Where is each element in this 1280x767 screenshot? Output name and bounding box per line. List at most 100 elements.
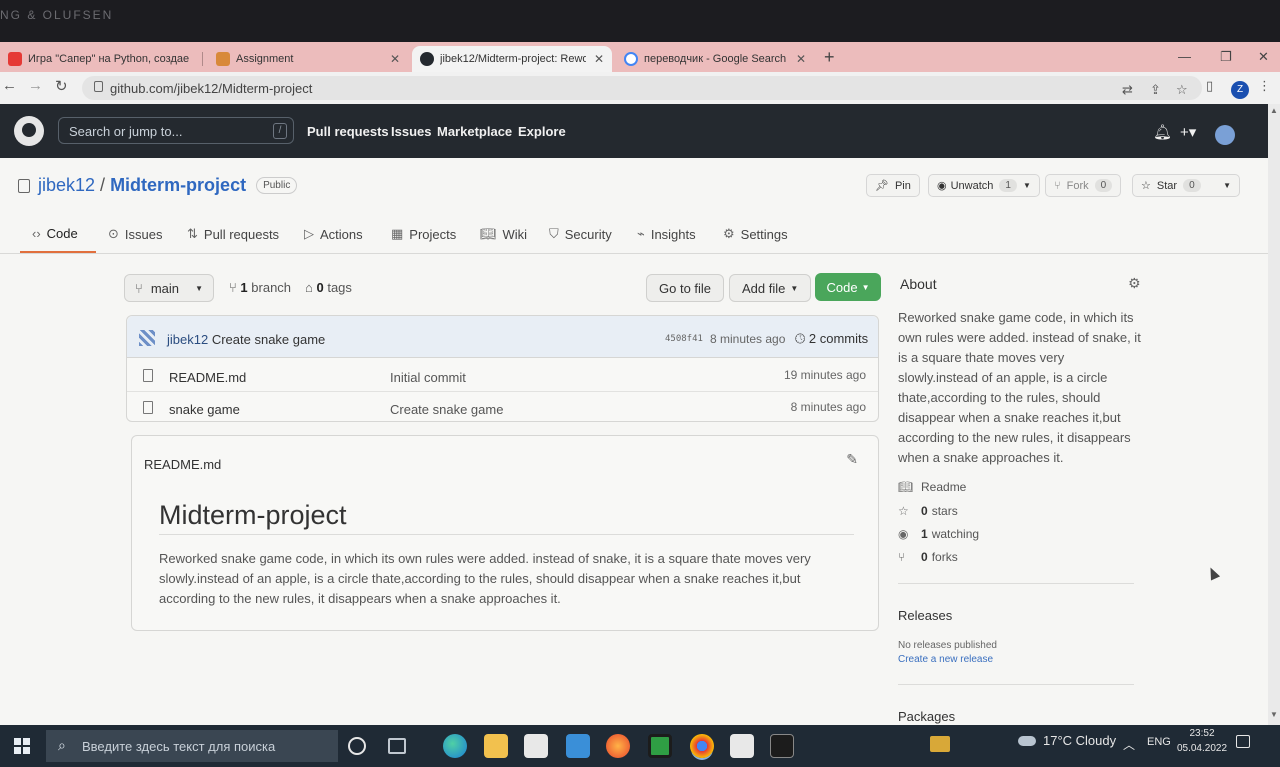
tab-insights[interactable]: ⌁ Insights: [637, 226, 696, 242]
go-to-file-button[interactable]: Go to file: [646, 274, 725, 302]
windows-start-icon[interactable]: [14, 738, 30, 754]
tray-chevron-up-icon[interactable]: ︿: [1123, 736, 1135, 753]
tab-security[interactable]: ⛉ Security: [549, 226, 612, 242]
branch-selector[interactable]: ⑂ main ▼: [124, 274, 214, 302]
restore-icon[interactable]: ❐: [1220, 49, 1232, 65]
browser-tab-4[interactable]: переводчик - Google Search ✕: [616, 46, 814, 72]
branches-link[interactable]: ⑂ 1 branch: [229, 280, 291, 295]
github-logo-icon[interactable]: [14, 116, 44, 146]
tab-pull-requests[interactable]: ⇅ Pull requests: [187, 226, 279, 242]
mail-icon[interactable]: [566, 734, 590, 758]
browser-menu-icon[interactable]: ⋮: [1258, 78, 1271, 94]
share-icon[interactable]: ⇪: [1150, 82, 1161, 98]
browser-profile-avatar[interactable]: Z: [1231, 81, 1249, 99]
sidebar-divider: [898, 583, 1134, 584]
tab-settings[interactable]: ⚙ Settings: [723, 226, 788, 242]
chevron-down-icon: ▼: [1022, 181, 1031, 190]
commit-summary: jibek12 Create snake game: [167, 332, 325, 347]
commits-link[interactable]: 🕓︎ 2 commits: [795, 331, 868, 347]
code-button[interactable]: Code ▼: [815, 273, 881, 301]
commit-author[interactable]: jibek12: [167, 332, 208, 347]
unwatch-button[interactable]: ◉ Unwatch 1 ▼: [928, 174, 1040, 197]
tab-actions[interactable]: ▷ Actions: [304, 226, 363, 242]
stars-count: 0: [921, 504, 928, 518]
scroll-up-icon[interactable]: ▲: [1270, 106, 1278, 115]
browser-tab-1[interactable]: Игра "Сапер" на Python, создае: [0, 46, 200, 72]
tab-issues[interactable]: ⊙ Issues: [108, 226, 162, 242]
bookmark-star-icon[interactable]: ☆: [1176, 82, 1188, 98]
translate-icon[interactable]: ⇄: [1122, 82, 1133, 98]
url-field[interactable]: github.com/jibek12/Midterm-project ⇄ ⇪ ☆: [82, 76, 1202, 100]
cortana-icon[interactable]: [348, 737, 366, 755]
minimize-icon[interactable]: —: [1178, 49, 1191, 64]
tab-code[interactable]: ‹› Code: [32, 226, 78, 241]
fork-button[interactable]: ⑂ Fork 0: [1045, 174, 1122, 197]
file-explorer-icon[interactable]: [484, 734, 508, 758]
user-avatar[interactable]: [1215, 125, 1235, 145]
commit-message[interactable]: Create snake game: [212, 332, 325, 347]
nav-marketplace[interactable]: Marketplace: [437, 124, 512, 139]
file-commit-message[interactable]: Create snake game: [390, 402, 503, 417]
add-file-button[interactable]: Add file ▼: [729, 274, 812, 302]
taskbar-clock[interactable]: 23:52 05.04.2022: [1172, 725, 1232, 756]
releases-heading[interactable]: Releases: [898, 608, 952, 623]
github-search-input[interactable]: Search or jump to... /: [58, 117, 294, 144]
clock-time: 23:52: [1189, 728, 1215, 739]
stars-link[interactable]: ☆ 0 stars: [898, 504, 958, 518]
packages-heading[interactable]: Packages: [898, 709, 955, 724]
taskbar-search-input[interactable]: ⌕ Введите здесь текст для поиска: [46, 730, 338, 762]
star-button[interactable]: ☆ Star 0 ▼: [1132, 174, 1240, 197]
file-row[interactable]: README.md Initial commit 19 minutes ago: [127, 360, 878, 392]
file-name[interactable]: snake game: [169, 402, 240, 417]
browser-tab-2[interactable]: Assignment ✕: [208, 46, 408, 72]
task-view-icon[interactable]: [388, 738, 406, 754]
new-tab-button[interactable]: +: [824, 47, 835, 68]
tags-link[interactable]: ⌂ 0 tags: [305, 280, 352, 295]
weather-widget[interactable]: 17°C Cloudy: [1018, 733, 1116, 748]
language-indicator[interactable]: ENG: [1147, 736, 1171, 748]
close-tab-icon[interactable]: ✕: [586, 52, 604, 66]
readme-divider: [159, 534, 854, 535]
edge-icon[interactable]: [443, 734, 467, 758]
scroll-down-icon[interactable]: ▼: [1270, 710, 1278, 719]
notifications-bell-icon[interactable]: 🔔︎: [1153, 123, 1172, 141]
reload-icon[interactable]: ↻: [55, 77, 68, 95]
readme-link[interactable]: 📖︎ Readme: [898, 480, 966, 494]
gear-icon[interactable]: ⚙: [1128, 275, 1141, 292]
close-tab-icon[interactable]: ✕: [788, 52, 806, 66]
file-commit-message[interactable]: Initial commit: [390, 370, 466, 385]
tab-wiki[interactable]: 📖︎ Wiki: [480, 226, 527, 242]
notepad-icon[interactable]: [730, 734, 754, 758]
nav-issues[interactable]: Issues: [391, 124, 431, 139]
browser-tab-3[interactable]: jibek12/Midterm-project: Rework ✕: [412, 46, 612, 72]
back-icon[interactable]: ←: [2, 77, 17, 94]
create-new-icon[interactable]: +▾: [1180, 123, 1196, 141]
close-tab-icon[interactable]: ✕: [382, 52, 400, 66]
commit-hash[interactable]: 4508f41: [665, 334, 703, 344]
pycharm-icon[interactable]: [648, 734, 672, 758]
repo-name-link[interactable]: Midterm-project: [110, 175, 246, 196]
store-icon[interactable]: [524, 734, 548, 758]
forward-icon[interactable]: →: [28, 77, 43, 94]
keyboard-icon[interactable]: [930, 736, 950, 752]
tab-projects[interactable]: ▦ Projects: [391, 226, 456, 242]
firefox-icon[interactable]: [606, 734, 630, 758]
page-scrollbar[interactable]: ▲ ▼: [1268, 104, 1280, 725]
forks-link[interactable]: ⑂ 0 forks: [898, 550, 958, 564]
chrome-icon[interactable]: [690, 734, 714, 758]
file-name[interactable]: README.md: [169, 370, 246, 385]
nav-explore[interactable]: Explore: [518, 124, 566, 139]
close-window-icon[interactable]: ✕: [1258, 49, 1269, 65]
pin-button[interactable]: 📌︎ Pin: [866, 174, 920, 197]
sidebar-toggle-icon[interactable]: ▯: [1206, 78, 1213, 94]
terminal-icon[interactable]: [770, 734, 794, 758]
file-row[interactable]: snake game Create snake game 8 minutes a…: [127, 392, 878, 424]
edit-pencil-icon[interactable]: ✎: [846, 451, 858, 468]
create-release-link[interactable]: Create a new release: [898, 654, 993, 665]
repo-owner-link[interactable]: jibek12: [38, 175, 95, 196]
url-text[interactable]: github.com/jibek12/Midterm-project: [110, 81, 312, 96]
watching-link[interactable]: ◉ 1 watching: [898, 527, 979, 541]
nav-pull-requests[interactable]: Pull requests: [307, 124, 389, 139]
notification-center-icon[interactable]: [1236, 735, 1250, 748]
browser-tab-label: переводчик - Google Search: [644, 53, 787, 65]
